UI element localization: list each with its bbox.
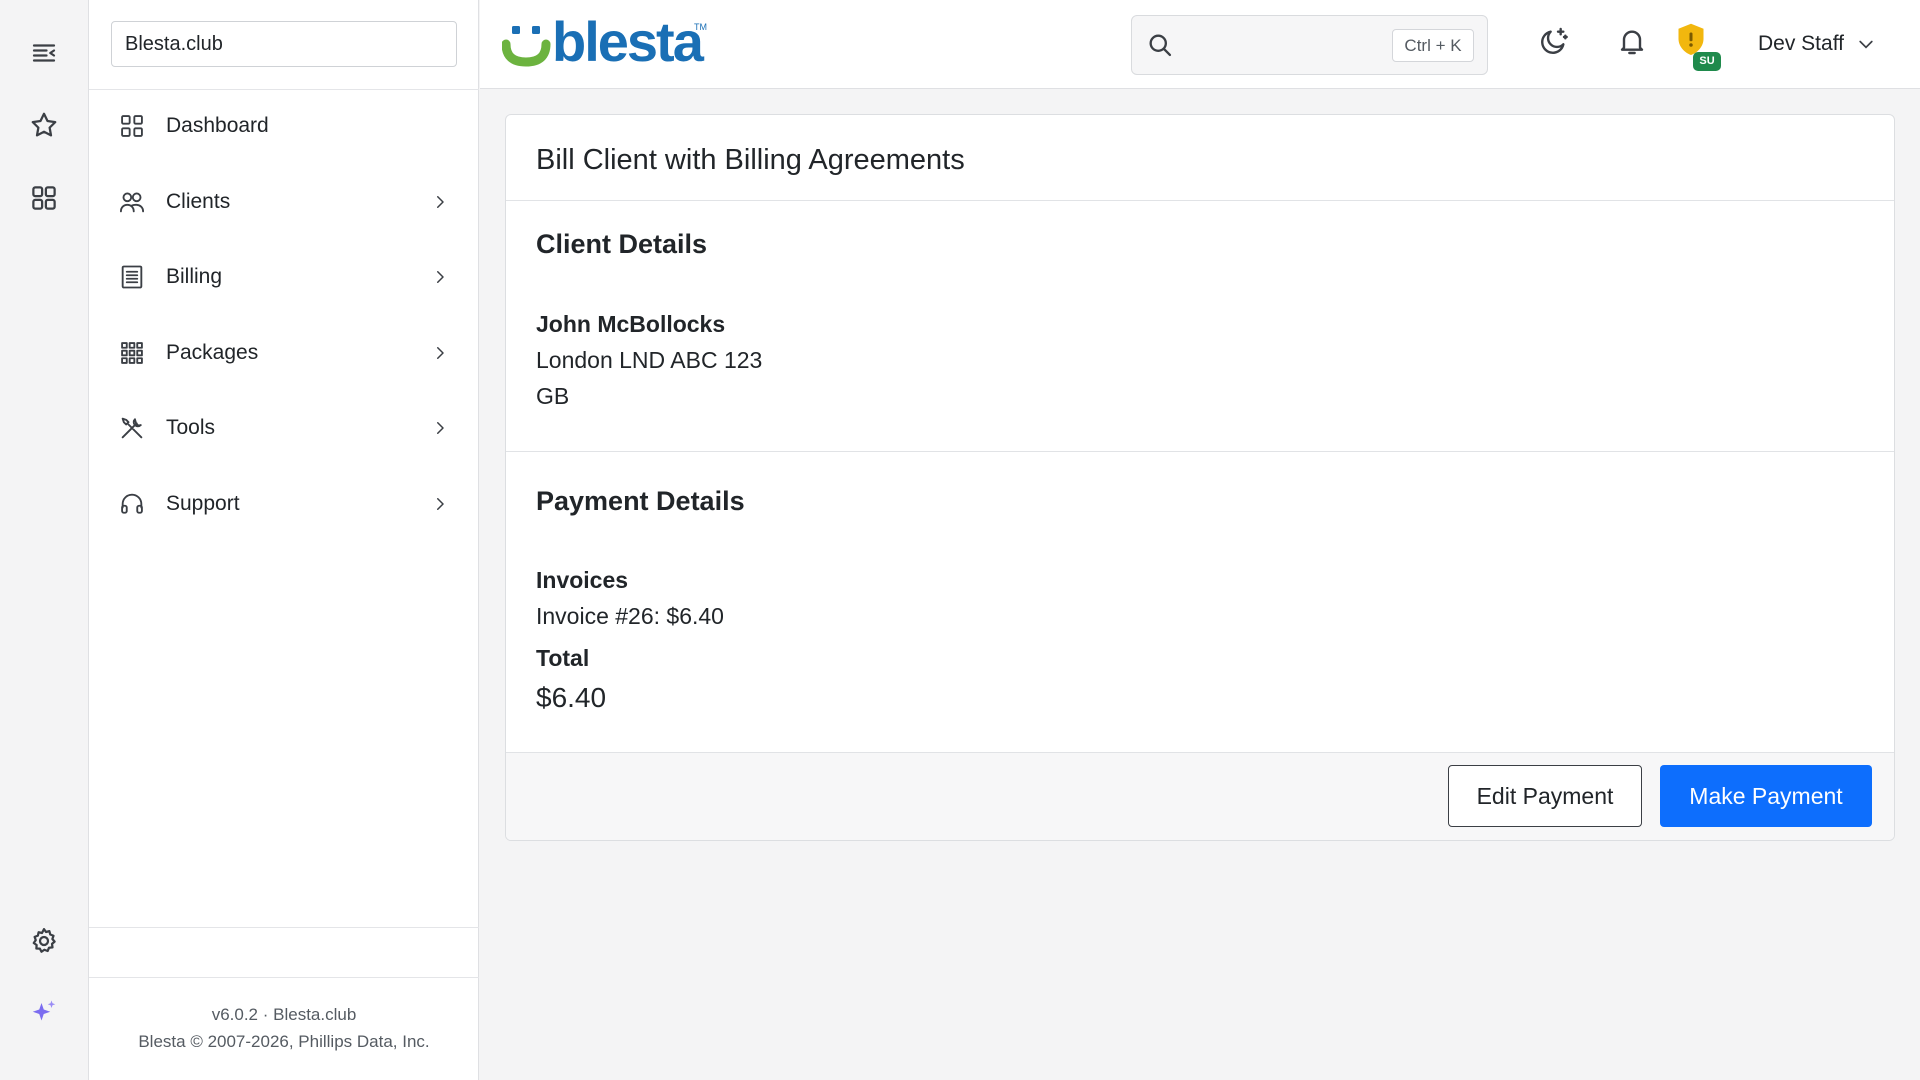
chevron-right-icon bbox=[431, 419, 449, 437]
divider bbox=[506, 200, 1894, 201]
chevron-right-icon bbox=[431, 193, 449, 211]
footer-version: v6.0.2 · Blesta.club bbox=[211, 1005, 357, 1024]
sidebar-item-clients[interactable]: Clients bbox=[89, 170, 479, 234]
logo-trademark: TM bbox=[694, 22, 707, 32]
chevron-right-icon bbox=[431, 268, 449, 286]
total-amount: $6.40 bbox=[536, 682, 607, 713]
client-address: London LND ABC 123 bbox=[536, 347, 763, 373]
client-details-heading: Client Details bbox=[536, 229, 708, 259]
clients-icon bbox=[118, 188, 146, 216]
headset-icon bbox=[118, 490, 146, 518]
client-country: GB bbox=[536, 383, 570, 409]
invoices-label: Invoices bbox=[536, 567, 629, 593]
bell-icon[interactable] bbox=[1613, 22, 1651, 60]
dark-mode-icon[interactable] bbox=[1535, 22, 1573, 60]
sidebar-item-label: Dashboard bbox=[166, 114, 269, 137]
sidebar-item-label: Packages bbox=[166, 341, 259, 364]
sidebar-item-label: Support bbox=[166, 492, 240, 515]
divider bbox=[89, 977, 479, 978]
tools-icon bbox=[118, 414, 146, 442]
company-selector[interactable]: Blesta.club bbox=[111, 21, 457, 67]
user-name: Dev Staff bbox=[1758, 32, 1844, 55]
gear-icon[interactable] bbox=[22, 919, 66, 963]
sidebar-item-tools[interactable]: Tools bbox=[89, 396, 479, 460]
edit-payment-button[interactable]: Edit Payment bbox=[1448, 765, 1642, 827]
sidebar-item-label: Billing bbox=[166, 265, 223, 288]
footer-copyright: Blesta © 2007-2026, Phillips Data, Inc. bbox=[138, 1032, 430, 1051]
user-menu[interactable]: Dev Staff bbox=[1758, 28, 1876, 60]
search-input[interactable] bbox=[1184, 28, 1384, 62]
sidebar: Blesta.club Dashboard Clients Billing Pa… bbox=[89, 0, 479, 1080]
chevron-right-icon bbox=[431, 495, 449, 513]
search-bar[interactable]: Ctrl + K bbox=[1131, 15, 1488, 75]
star-icon[interactable] bbox=[22, 103, 66, 147]
blesta-logo[interactable]: blesta TM bbox=[501, 10, 712, 74]
top-header: blesta TM Ctrl + K SU Dev Staff bbox=[480, 0, 1920, 89]
invoice-line: Invoice #26: $6.40 bbox=[536, 603, 724, 629]
page-title: Bill Client with Billing Agreements bbox=[536, 144, 965, 176]
apps-grid-icon[interactable] bbox=[22, 176, 66, 220]
sidebar-item-packages[interactable]: Packages bbox=[89, 321, 479, 385]
sparkle-icon[interactable] bbox=[22, 991, 66, 1035]
card-footer: Edit Payment Make Payment bbox=[506, 752, 1894, 840]
sidebar-item-dashboard[interactable]: Dashboard bbox=[89, 94, 479, 158]
sidebar-item-support[interactable]: Support bbox=[89, 472, 479, 536]
bill-client-card: Bill Client with Billing Agreements Clie… bbox=[505, 114, 1895, 841]
icon-rail bbox=[0, 0, 89, 1080]
payment-details-heading: Payment Details bbox=[536, 486, 745, 516]
client-name: John McBollocks bbox=[536, 311, 726, 337]
chevron-down-icon bbox=[1856, 34, 1876, 54]
dashboard-icon bbox=[118, 112, 146, 140]
search-shortcut: Ctrl + K bbox=[1392, 29, 1474, 62]
su-badge: SU bbox=[1693, 52, 1721, 71]
divider bbox=[89, 927, 479, 928]
search-icon bbox=[1146, 31, 1174, 59]
logo-text: blesta bbox=[552, 14, 705, 73]
sidebar-item-label: Clients bbox=[166, 190, 231, 213]
make-payment-button[interactable]: Make Payment bbox=[1660, 765, 1872, 827]
collapse-menu-icon[interactable] bbox=[22, 31, 66, 75]
packages-icon bbox=[118, 339, 146, 367]
divider bbox=[89, 89, 479, 90]
chevron-right-icon bbox=[431, 344, 449, 362]
billing-icon bbox=[118, 263, 146, 291]
divider bbox=[506, 451, 1894, 452]
total-label: Total bbox=[536, 645, 590, 671]
sidebar-item-billing[interactable]: Billing bbox=[89, 245, 479, 309]
sidebar-item-label: Tools bbox=[166, 416, 216, 439]
